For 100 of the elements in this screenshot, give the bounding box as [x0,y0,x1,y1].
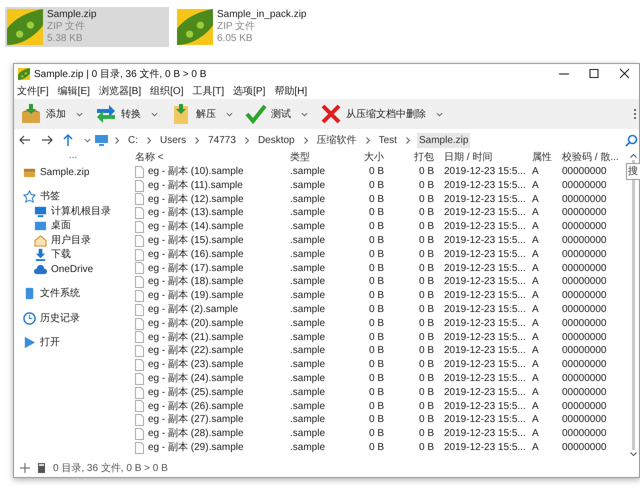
sidebar-item[interactable]: 文件系统 [14,286,132,301]
menu-item[interactable]: 编辑[E] [58,84,90,99]
toolbar-button[interactable]: 转换 [93,101,160,127]
menu-item[interactable]: 文件[F] [17,84,49,99]
table-row[interactable]: eg - 副本 (19).sample .sample 0 B 0 B 2019-12-23 15:5... A 00000000 [132,289,614,303]
table-cell: eg - 副本 (23).sample [148,358,244,372]
breadcrumb-item[interactable]: Users [158,132,188,148]
table-cell-text: 0 B [368,400,385,414]
toolbar-button[interactable]: 解压 [168,101,235,127]
caret-icon [226,112,233,116]
table-cell: eg - 副本 (2).sample [148,302,238,317]
search-icon[interactable] [625,134,638,146]
file-icon [135,331,144,344]
sidebar-item[interactable]: 下载 [14,248,132,262]
table-cell-text: 2019-12-23 15:5... [443,165,527,179]
sidebar-item[interactable]: 计算机根目录 [14,204,132,218]
table-row[interactable]: eg - 副本 (17).sample .sample 0 B 0 B 2019-12-23 15:5... A 00000000 [132,262,614,276]
sidebar-item[interactable]: 书签 [14,190,132,204]
table-row[interactable]: eg - 副本 (27).sample .sample 0 B 0 B 2019-12-23 15:5... A 00000000 [132,413,614,428]
breadcrumb-item[interactable]: Desktop [256,132,297,148]
table-row[interactable]: eg - 副本 (12).sample .sample 0 B 0 B 2019-12-23 15:5... A 00000000 [132,192,614,206]
arrows-icon [95,103,117,125]
table-row[interactable]: eg - 副本 (21).sample .sample 0 B 0 B 2019-12-23 15:5... A 00000000 [132,330,614,344]
scroll-down-icon[interactable] [630,452,636,456]
column-header[interactable]: 类型 [290,151,350,165]
table-cell-text: 0 B [418,413,435,428]
column-header[interactable]: 名称 < [132,151,290,165]
toolbar-button[interactable]: 测试 [243,101,310,127]
table-row[interactable]: eg - 副本 (2).sample .sample 0 B 0 B 2019-12-23 15:5... A 00000000 [132,302,614,317]
table-cell-text: 0 B [368,358,385,372]
table-row[interactable]: eg - 副本 (16).sample .sample 0 B 0 B 2019-12-23 15:5... A 00000000 [132,248,614,262]
up-icon[interactable] [62,133,74,147]
table-cell-text: 00000000 [561,289,608,303]
table-cell-text: A [531,413,540,428]
forward-icon[interactable] [40,134,54,146]
menu-item[interactable]: 选项[P] [233,84,266,99]
menu-item[interactable]: 浏览器[B] [98,84,142,99]
table-row[interactable]: eg - 副本 (26).sample .sample 0 B 0 B 2019-12-23 15:5... A 00000000 [132,400,614,414]
table-row[interactable]: eg - 副本 (29).sample .sample 0 B 0 B 2019-12-23 15:5... A 00000000 [132,440,614,455]
scroll-up-icon[interactable] [630,154,636,158]
menu-item[interactable]: 组织[O] [150,84,184,99]
column-header[interactable]: 日期 / 时间 [438,151,528,165]
sidebar-item[interactable]: 用户目录 [14,233,132,248]
file-icon [135,180,144,192]
sidebar-item[interactable]: 打开 [14,336,132,350]
table-cell-text: 2019-12-23 15:5... [443,206,527,220]
breadcrumb-item[interactable]: C: [126,132,140,148]
file-type: ZIP 文件 [47,21,86,33]
table-cell-text: 0 B [368,275,385,290]
column-header[interactable]: 打包 [388,151,438,165]
table-cell-text: .sample [290,192,326,206]
table-cell: eg - 副本 (26).sample [148,400,244,414]
table-row[interactable]: eg - 副本 (28).sample .sample 0 B 0 B 2019-12-23 15:5... A 00000000 [132,427,614,441]
table-cell-text: .sample [290,302,326,317]
table-row[interactable]: eg - 副本 (15).sample .sample 0 B 0 B 2019-12-23 15:5... A 00000000 [132,234,614,248]
table-row[interactable]: eg - 副本 (18).sample .sample 0 B 0 B 2019-12-23 15:5... A 00000000 [132,275,614,290]
breadcrumb-item[interactable]: 压缩软件 [314,132,359,148]
breadcrumb-item[interactable]: Test [376,132,399,148]
desktop-file[interactable]: Sample.zip ZIP 文件 5.38 KB [5,7,169,47]
breadcrumb-item[interactable]: 74773 [206,132,238,148]
table-cell-text: 0 B [368,192,385,206]
toolbar-button[interactable]: 从压缩文档中删除 [318,101,445,127]
table-row[interactable]: eg - 副本 (11).sample .sample 0 B 0 B 2019-12-23 15:5... A 00000000 [132,178,614,193]
drive-icon [23,287,36,300]
sidebar-item[interactable]: Sample.zip [14,165,132,180]
table-cell: eg - 副本 (28).sample [148,427,244,441]
breadcrumb-item[interactable]: Sample.zip [416,132,470,148]
caret-icon [301,112,308,116]
table-row[interactable]: eg - 副本 (10).sample .sample 0 B 0 B 2019-12-23 15:5... A 00000000 [132,165,614,179]
table-cell-text: 00000000 [561,234,608,248]
table-cell-text: 00000000 [561,358,608,372]
table-row[interactable]: eg - 副本 (22).sample .sample 0 B 0 B 2019-12-23 15:5... A 00000000 [132,344,614,358]
table-cell-text: 0 B [418,400,435,414]
desktop-file[interactable]: Sample_in_pack.zip ZIP 文件 6.05 KB [175,7,339,47]
column-header[interactable]: 属性 [528,151,558,165]
table-cell-text: 2019-12-23 15:5... [443,344,527,358]
table-cell-text: .sample [290,413,326,428]
table-cell-text: 2019-12-23 15:5... [443,178,527,193]
sidebar-item[interactable]: 历史记录 [14,311,132,326]
sidebar-item[interactable]: OneDrive [14,262,132,276]
table-row[interactable]: eg - 副本 (13).sample .sample 0 B 0 B 2019-12-23 15:5... A 00000000 [132,206,614,220]
monitor-icon [95,134,108,146]
table-row[interactable]: eg - 副本 (25).sample .sample 0 B 0 B 2019-12-23 15:5... A 00000000 [132,386,614,400]
back-icon[interactable] [18,134,32,146]
toolbar-button[interactable]: 添加 [18,101,85,127]
sidebar-item[interactable]: 桌面 [14,218,132,233]
column-header[interactable]: 大小 [350,151,388,165]
move-icon[interactable] [20,463,30,473]
table-row[interactable]: eg - 副本 (24).sample .sample 0 B 0 B 2019-12-23 15:5... A 00000000 [132,372,614,386]
table-cell-text: 00000000 [561,220,608,234]
home-icon [34,234,47,247]
more-icon[interactable] [633,108,637,120]
table-row[interactable]: eg - 副本 (23).sample .sample 0 B 0 B 2019-12-23 15:5... A 00000000 [132,358,614,372]
table-row[interactable]: eg - 副本 (14).sample .sample 0 B 0 B 2019-12-23 15:5... A 00000000 [132,220,614,234]
table-row[interactable]: eg - 副本 (20).sample .sample 0 B 0 B 2019-12-23 15:5... A 00000000 [132,316,614,331]
menu-item[interactable]: 帮助[H] [274,84,308,99]
menu-item[interactable]: 工具[T] [192,84,224,99]
table-cell-text: 00000000 [561,165,608,179]
table-cell-text: .sample [290,275,326,290]
table-cell-text: A [531,165,540,179]
